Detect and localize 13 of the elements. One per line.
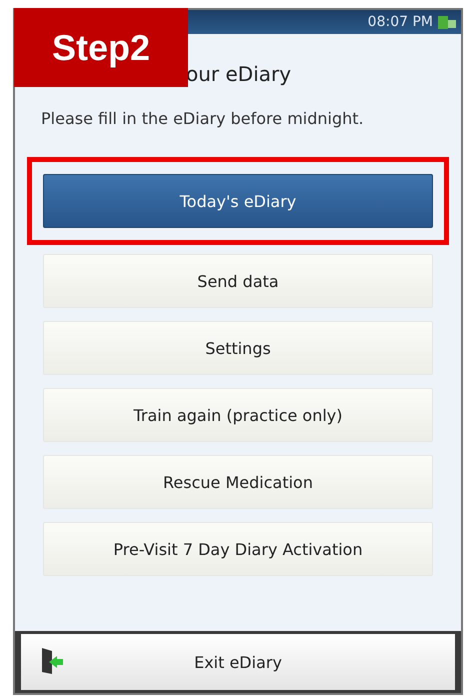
instruction-text: Please fill in the eDiary before midnight. — [41, 108, 365, 130]
menu-button[interactable]: Train again (practice only) — [43, 388, 433, 442]
battery-icon — [437, 14, 457, 30]
clock-time: 08:07 PM — [368, 14, 433, 30]
screen-title: our eDiary — [186, 62, 292, 86]
exit-button[interactable]: Exit eDiary — [21, 634, 455, 690]
menu-button[interactable]: Rescue Medication — [43, 455, 433, 509]
menu-button[interactable]: Settings — [43, 321, 433, 375]
exit-door-icon — [39, 646, 65, 676]
step-label: Step2 — [14, 8, 188, 87]
menu-button[interactable]: Send data — [43, 254, 433, 308]
menu-button[interactable]: Today's eDiary — [43, 174, 433, 228]
menu-button[interactable]: Pre-Visit 7 Day Diary Activation — [43, 522, 433, 576]
